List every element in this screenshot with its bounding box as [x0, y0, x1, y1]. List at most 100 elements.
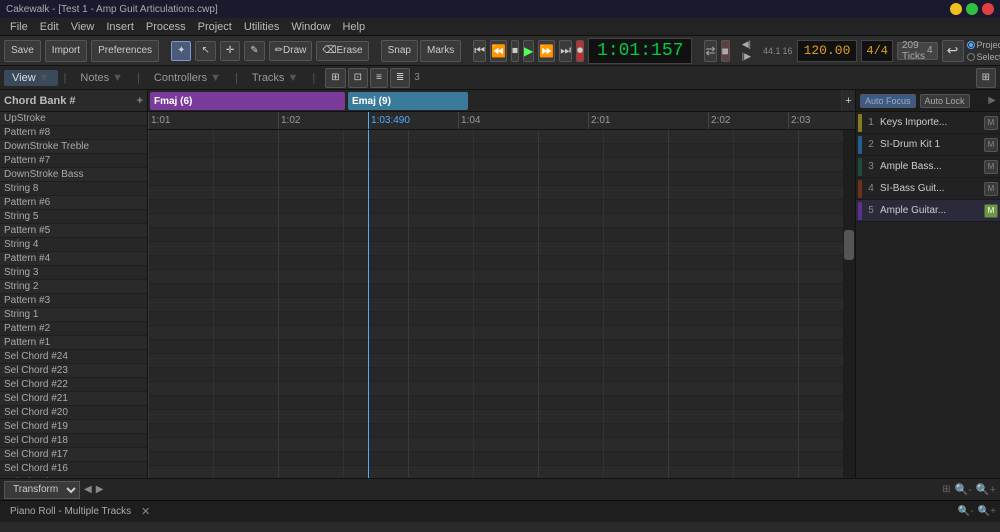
snap-button[interactable]: Snap: [381, 40, 418, 62]
layout-button[interactable]: ⊞: [976, 68, 996, 88]
grid-button-1[interactable]: ⊞: [325, 68, 345, 88]
zoom-minus[interactable]: 🔍-: [955, 483, 972, 496]
selection-radio[interactable]: Selection: [967, 52, 1000, 62]
right-panel-track[interactable]: 5 Ample Guitar... M: [856, 200, 1000, 222]
zoom-plus[interactable]: 🔍+: [976, 483, 996, 496]
add-clip-btn[interactable]: +: [841, 90, 855, 111]
track-mute-btn[interactable]: M: [984, 116, 998, 130]
clip[interactable]: Fmaj (6): [150, 92, 345, 110]
track-list-item[interactable]: Sel Chord #17: [0, 448, 147, 462]
meter-display[interactable]: 4/4: [861, 40, 893, 62]
menu-project[interactable]: Project: [192, 18, 238, 35]
fast-back-button[interactable]: ⏪: [490, 40, 507, 62]
save-button[interactable]: Save: [4, 40, 41, 62]
preferences-button[interactable]: Preferences: [91, 40, 159, 62]
track-list-item[interactable]: Sel Chord #23: [0, 364, 147, 378]
track-list-item[interactable]: UpStroke: [0, 112, 147, 126]
transform-arrow-right[interactable]: ▶: [96, 484, 104, 495]
track-list-item[interactable]: Sel Chord #15: [0, 476, 147, 478]
select-tool[interactable]: ↖: [195, 41, 215, 61]
track-mute-btn[interactable]: M: [984, 160, 998, 174]
smart-tool[interactable]: ✦: [171, 41, 191, 61]
record-button[interactable]: ⏺: [576, 40, 584, 62]
auto-lock-btn[interactable]: Auto Lock: [920, 94, 970, 108]
track-list-item[interactable]: String 1: [0, 308, 147, 322]
track-list-item[interactable]: String 8: [0, 182, 147, 196]
transform-options[interactable]: ⊞: [942, 484, 950, 495]
track-list-item[interactable]: Sel Chord #22: [0, 378, 147, 392]
transform-select[interactable]: Transform: [4, 481, 80, 499]
edit-tool[interactable]: ✎: [244, 41, 264, 61]
track-mute-btn[interactable]: M: [984, 138, 998, 152]
grid-button-4[interactable]: ≣: [390, 68, 410, 88]
erase-tool[interactable]: ⌫ Erase: [316, 41, 368, 61]
maximize-btn[interactable]: [966, 3, 978, 15]
close-btn[interactable]: [982, 3, 994, 15]
track-list-item[interactable]: Pattern #6: [0, 196, 147, 210]
zoom-in-btn[interactable]: 🔍+: [978, 506, 996, 517]
track-list-item[interactable]: String 4: [0, 238, 147, 252]
project-radio[interactable]: Project: [967, 40, 1000, 50]
track-list-item[interactable]: DownStroke Treble: [0, 140, 147, 154]
fast-forward-button[interactable]: ⏩: [538, 40, 555, 62]
menu-utilities[interactable]: Utilities: [238, 18, 285, 35]
track-list-item[interactable]: Sel Chord #18: [0, 434, 147, 448]
track-list-item[interactable]: Sel Chord #19: [0, 420, 147, 434]
end-button[interactable]: ⏭: [559, 40, 572, 62]
zoom-out-btn[interactable]: 🔍-: [958, 506, 974, 517]
right-panel-close[interactable]: ▶: [988, 95, 996, 106]
piano-roll-close[interactable]: ✕: [141, 505, 150, 518]
play-button[interactable]: ▶: [523, 40, 534, 62]
track-list-item[interactable]: Pattern #7: [0, 154, 147, 168]
tab-controllers[interactable]: Controllers ▼: [146, 70, 229, 86]
track-mute-btn[interactable]: M: [984, 204, 998, 218]
right-panel-track[interactable]: 2 SI-Drum Kit 1 M: [856, 134, 1000, 156]
track-list-item[interactable]: String 5: [0, 210, 147, 224]
track-list-item[interactable]: Sel Chord #16: [0, 462, 147, 476]
track-list-item[interactable]: DownStroke Bass: [0, 168, 147, 182]
marks-button[interactable]: Marks: [420, 40, 461, 62]
track-list-item[interactable]: Sel Chord #20: [0, 406, 147, 420]
stop-button[interactable]: ⏹: [511, 40, 519, 62]
punch-button[interactable]: ■: [721, 40, 730, 62]
right-panel-track[interactable]: 3 Ample Bass... M: [856, 156, 1000, 178]
rewind-button[interactable]: ⏮: [473, 40, 486, 62]
clip[interactable]: Emaj (9): [348, 92, 468, 110]
grid-button-3[interactable]: ≡: [370, 68, 388, 88]
track-add-btn[interactable]: +: [137, 95, 143, 107]
menu-view[interactable]: View: [65, 18, 101, 35]
right-panel-track[interactable]: 4 SI-Bass Guit... M: [856, 178, 1000, 200]
menu-file[interactable]: File: [4, 18, 34, 35]
undo-button[interactable]: ↩: [942, 40, 964, 62]
move-tool[interactable]: ✛: [220, 41, 240, 61]
grid-button-2[interactable]: ⊡: [348, 68, 368, 88]
menu-insert[interactable]: Insert: [100, 18, 140, 35]
auto-focus-btn[interactable]: Auto Focus: [860, 94, 916, 108]
track-mute-btn[interactable]: M: [984, 182, 998, 196]
scroll-thumb[interactable]: [844, 230, 854, 260]
track-list-item[interactable]: Pattern #2: [0, 322, 147, 336]
track-list-item[interactable]: String 2: [0, 280, 147, 294]
minimize-btn[interactable]: [950, 3, 962, 15]
tempo-display[interactable]: 120.00: [797, 40, 858, 62]
track-list-item[interactable]: Sel Chord #24: [0, 350, 147, 364]
track-list-item[interactable]: Pattern #4: [0, 252, 147, 266]
import-button[interactable]: Import: [45, 40, 87, 62]
tab-notes[interactable]: Notes ▼: [72, 70, 131, 86]
track-list-item[interactable]: Pattern #5: [0, 224, 147, 238]
track-list-item[interactable]: Pattern #1: [0, 336, 147, 350]
next-marker[interactable]: |▶: [742, 51, 751, 62]
draw-tool[interactable]: ✏ Draw: [269, 41, 313, 61]
menu-process[interactable]: Process: [140, 18, 192, 35]
tab-tracks[interactable]: Tracks ▼: [244, 70, 306, 86]
track-list-item[interactable]: Pattern #3: [0, 294, 147, 308]
track-list-item[interactable]: String 3: [0, 266, 147, 280]
tab-view[interactable]: View ▼: [4, 70, 58, 86]
transform-arrow-left[interactable]: ◀: [84, 484, 92, 495]
menu-help[interactable]: Help: [336, 18, 371, 35]
menu-window[interactable]: Window: [285, 18, 336, 35]
menu-edit[interactable]: Edit: [34, 18, 65, 35]
grid-scrollbar[interactable]: [843, 130, 855, 478]
prev-marker[interactable]: ◀|: [742, 39, 751, 50]
loop-button[interactable]: ⇄: [704, 40, 716, 62]
